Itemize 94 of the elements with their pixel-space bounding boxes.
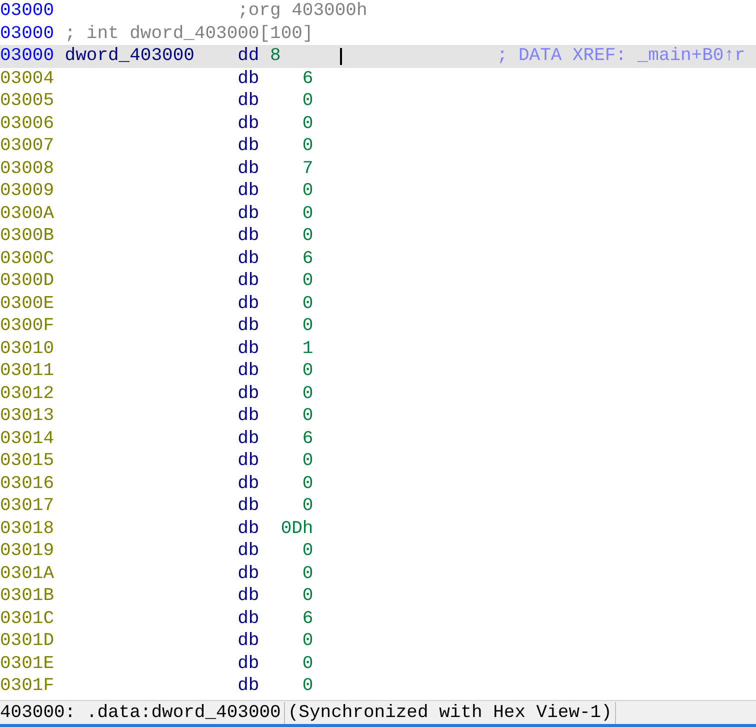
address: 03011 <box>0 360 56 382</box>
value: 6 <box>301 608 314 630</box>
address: 0300C <box>0 248 56 270</box>
value: 6 <box>301 68 314 90</box>
value: 0 <box>301 495 314 518</box>
value: 0 <box>301 135 314 158</box>
value: 0 <box>301 180 314 202</box>
directive: db <box>238 338 260 360</box>
address: 03009 <box>0 180 56 202</box>
value: 0 <box>301 382 314 405</box>
value: 0 <box>301 315 314 338</box>
value: 0 <box>301 630 314 652</box>
directive: db <box>238 540 260 562</box>
directive: db <box>238 360 260 382</box>
address: 03012 <box>0 382 56 405</box>
value: 0 <box>301 112 314 135</box>
value: 0 <box>301 562 314 585</box>
address: 0301E <box>0 652 56 675</box>
directive: db <box>238 382 260 405</box>
directive: db <box>238 202 260 225</box>
directive: db <box>238 562 260 585</box>
address: 0300F <box>0 315 56 338</box>
directive: db <box>238 608 260 630</box>
address: 03008 <box>0 158 56 180</box>
directive: db <box>238 292 260 315</box>
value: 0 <box>301 225 314 248</box>
label-name: dword_403000 <box>64 46 194 66</box>
address: 03005 <box>0 90 56 112</box>
address: 03013 <box>0 405 56 428</box>
address: 03016 <box>0 472 56 495</box>
directive: db <box>238 135 260 158</box>
directive: db <box>238 225 260 248</box>
value: 0 <box>301 585 314 608</box>
value: 6 <box>301 248 314 270</box>
address: 0300B <box>0 225 56 248</box>
address: 0300E <box>0 292 56 315</box>
directive: db <box>238 675 260 698</box>
address: 0300A <box>0 202 56 225</box>
address: 0301F <box>0 675 56 698</box>
address: 0300D <box>0 270 56 292</box>
directive: db <box>238 652 260 675</box>
comment: ; int dword_403000[100] <box>64 22 314 45</box>
value: 0 <box>301 675 314 698</box>
address: 03010 <box>0 338 56 360</box>
address: 0301C <box>0 608 56 630</box>
address: 03014 <box>0 428 56 450</box>
value: 0 <box>301 540 314 562</box>
value: 0 <box>301 405 314 428</box>
address: 03000 <box>0 22 56 45</box>
directive: db <box>238 585 260 608</box>
directive: db <box>238 315 260 338</box>
value: 0 <box>301 450 314 472</box>
address: 03015 <box>0 450 56 472</box>
directive: db <box>238 112 260 135</box>
directive: db <box>238 405 260 428</box>
directive: db <box>238 158 260 180</box>
value: 0 <box>301 292 314 315</box>
org-directive: ;org 403000h <box>238 0 368 22</box>
address: 03000 <box>0 45 56 68</box>
address: 03017 <box>0 495 56 518</box>
directive: db <box>238 450 260 472</box>
value: 6 <box>301 428 314 450</box>
directive: db <box>238 495 260 518</box>
address: 0301B <box>0 585 56 608</box>
address: 0301A <box>0 562 56 585</box>
address: 03019 <box>0 540 56 562</box>
value: 7 <box>301 158 314 180</box>
directive: db <box>238 248 260 270</box>
value: 0 <box>301 90 314 112</box>
directive: db <box>238 428 260 450</box>
directive: db <box>238 630 260 652</box>
xref-comment: ; DATA XREF: _main+B0↑r <box>496 45 746 68</box>
value: 0 <box>301 270 314 292</box>
address: 0301D <box>0 630 56 652</box>
value: 1 <box>301 338 314 360</box>
address: 03006 <box>0 112 56 135</box>
value: 0 <box>301 652 314 675</box>
value: 0 <box>301 472 314 495</box>
address: 03004 <box>0 68 56 90</box>
value: 0 <box>301 202 314 225</box>
text-cursor <box>340 48 342 65</box>
directive: db <box>238 270 260 292</box>
directive: dd <box>238 45 260 68</box>
address: 03018 <box>0 518 56 540</box>
directive: db <box>238 68 260 90</box>
directive: db <box>238 180 260 202</box>
address: 03007 <box>0 135 56 158</box>
directive: db <box>238 90 260 112</box>
value: 0 <box>301 360 314 382</box>
value: 8 <box>270 45 281 68</box>
address: 03000 <box>0 0 56 22</box>
directive: db <box>238 472 260 495</box>
value: 0Dh <box>280 518 314 540</box>
directive: db <box>238 518 260 540</box>
